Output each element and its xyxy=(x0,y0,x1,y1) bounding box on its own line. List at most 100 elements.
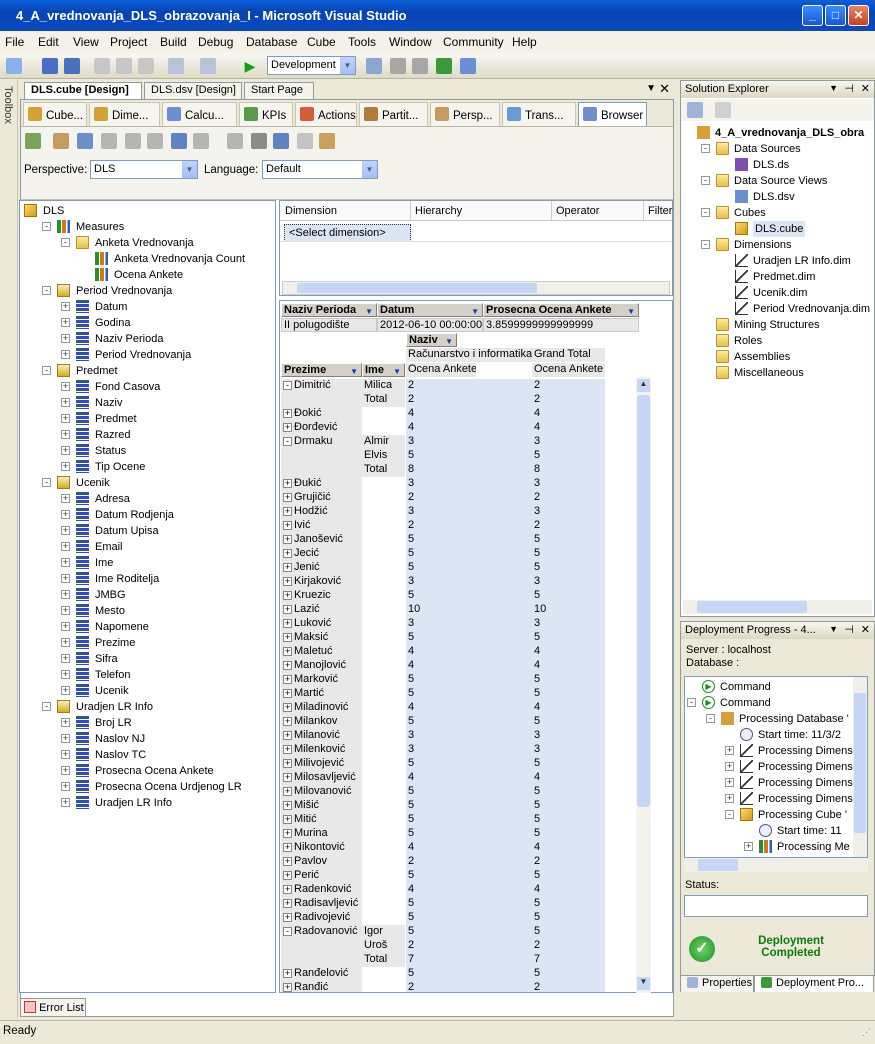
pin-icon[interactable]: ⊣ xyxy=(844,82,854,95)
metadata-node[interactable]: - Period Vrednovanja xyxy=(20,283,275,299)
metadata-node[interactable]: + Naziv xyxy=(20,395,275,411)
metadata-node[interactable]: + Mesto xyxy=(20,603,275,619)
metadata-node[interactable]: + Razred xyxy=(20,427,275,443)
metadata-node[interactable]: + Telefon xyxy=(20,667,275,683)
expand-icon[interactable]: - xyxy=(61,238,70,247)
expand-icon[interactable]: + xyxy=(283,871,292,880)
row-member-prezime[interactable]: + Mitić xyxy=(281,813,362,827)
expand-icon[interactable]: + xyxy=(283,619,292,628)
filter-column-header[interactable]: Dimension xyxy=(285,205,337,217)
expand-icon[interactable]: + xyxy=(725,746,734,755)
document-tab[interactable]: DLS.cube [Design] xyxy=(24,82,142,99)
metadata-node[interactable]: + Ime Roditelja xyxy=(20,571,275,587)
row-member-prezime[interactable]: + Milivojević xyxy=(281,757,362,771)
close-icon[interactable]: ✕ xyxy=(861,623,870,636)
expand-icon[interactable]: + xyxy=(283,885,292,894)
row-member-prezime[interactable]: + Perić xyxy=(281,869,362,883)
metadata-node[interactable]: + Prosecna Ocena Urdjenog LR xyxy=(20,779,275,795)
filter-column-header[interactable]: Operator xyxy=(556,205,599,217)
designer-tab[interactable]: Dime... xyxy=(89,102,160,126)
metadata-node[interactable]: + Broj LR xyxy=(20,715,275,731)
row-member-prezime[interactable]: + Maksić xyxy=(281,631,362,645)
solution-node[interactable]: - Dimensions xyxy=(681,237,874,253)
solution-hscrollbar[interactable] xyxy=(683,600,872,614)
expand-icon[interactable]: - xyxy=(706,714,715,723)
menu-item[interactable]: Debug xyxy=(198,35,233,49)
metadata-node[interactable]: + Datum xyxy=(20,299,275,315)
designer-tab[interactable]: Partit... xyxy=(359,102,428,126)
row-member-prezime[interactable]: + Milanović xyxy=(281,729,362,743)
document-tab[interactable]: Start Page xyxy=(244,82,314,99)
metadata-node[interactable]: + Fond Casova xyxy=(20,379,275,395)
metadata-node[interactable]: + Naslov NJ xyxy=(20,731,275,747)
solution-node[interactable]: Mining Structures xyxy=(681,317,874,333)
expand-icon[interactable]: + xyxy=(283,717,292,726)
row-member-prezime[interactable]: + Luković xyxy=(281,617,362,631)
filter-field-header[interactable]: Datum ▼ xyxy=(377,303,483,317)
row-member-prezime[interactable]: + Jecić xyxy=(281,547,362,561)
expand-icon[interactable]: + xyxy=(61,318,70,327)
designer-tab[interactable]: Trans... xyxy=(502,102,576,126)
expand-icon[interactable]: + xyxy=(61,622,70,631)
menu-item[interactable]: Window xyxy=(389,35,432,49)
expand-icon[interactable]: + xyxy=(61,462,70,471)
scroll-down-icon[interactable]: ▼ xyxy=(637,977,650,990)
expand-icon[interactable]: + xyxy=(283,549,292,558)
expand-icon[interactable]: + xyxy=(61,734,70,743)
dropdown-arrow-icon[interactable]: ▼ xyxy=(393,365,401,376)
metadata-node[interactable]: + Period Vrednovanja xyxy=(20,347,275,363)
row-member-prezime[interactable]: + Nikontović xyxy=(281,841,362,855)
solution-node[interactable]: Ucenik.dim xyxy=(681,285,874,301)
row-member-prezime[interactable]: + Manojlović xyxy=(281,659,362,673)
metadata-node[interactable]: + Naslov TC xyxy=(20,747,275,763)
expand-icon[interactable]: - xyxy=(283,437,292,446)
metadata-node[interactable]: Ocena Ankete xyxy=(20,267,275,283)
expand-icon[interactable]: + xyxy=(61,638,70,647)
expand-icon[interactable]: - xyxy=(42,366,51,375)
layout-icon[interactable] xyxy=(251,133,267,149)
row-member-prezime[interactable]: + Milenković xyxy=(281,743,362,757)
reconnect-icon[interactable] xyxy=(25,133,41,149)
tab-list-arrow-icon[interactable]: ▼ xyxy=(646,83,656,94)
metadata-node[interactable]: + Naziv Perioda xyxy=(20,331,275,347)
expand-icon[interactable]: + xyxy=(61,654,70,663)
solution-node[interactable]: DLS.cube xyxy=(681,221,874,237)
deployment-node[interactable]: + Processing Dimens xyxy=(685,743,855,759)
expand-icon[interactable]: + xyxy=(283,591,292,600)
row-member-prezime[interactable]: + Lazić xyxy=(281,603,362,617)
expand-icon[interactable]: + xyxy=(283,521,292,530)
menu-item[interactable]: Project xyxy=(110,35,147,49)
expand-icon[interactable]: + xyxy=(283,423,292,432)
row-member-prezime[interactable]: + Martić xyxy=(281,687,362,701)
bottom-tab[interactable]: Properties xyxy=(680,975,754,992)
expand-icon[interactable]: + xyxy=(61,446,70,455)
row-member-prezime[interactable]: + Radenković xyxy=(281,883,362,897)
deployment-node[interactable]: + Processing Dimens xyxy=(685,775,855,791)
tools-icon[interactable] xyxy=(412,58,428,74)
menu-item[interactable]: Tools xyxy=(348,35,376,49)
row-member-prezime[interactable]: + Maletuć xyxy=(281,645,362,659)
expand-icon[interactable]: + xyxy=(61,718,70,727)
expand-icon[interactable]: + xyxy=(61,590,70,599)
start-debug-icon[interactable]: ▶ xyxy=(242,58,258,74)
expand-icon[interactable]: + xyxy=(61,606,70,615)
deployment-node[interactable]: Start time: 11 xyxy=(685,823,855,839)
expand-icon[interactable]: - xyxy=(283,927,292,936)
metadata-node[interactable]: + Email xyxy=(20,539,275,555)
designer-tab[interactable]: Actions xyxy=(295,102,357,126)
bottom-tab[interactable]: Deployment Pro... xyxy=(754,975,874,992)
deployment-hscrollbar[interactable] xyxy=(684,858,868,872)
row-member-prezime[interactable]: + Đorđević xyxy=(281,421,362,435)
solution-node[interactable]: Uradjen LR Info.dim xyxy=(681,253,874,269)
deployment-node[interactable]: + Processing Dimens xyxy=(685,759,855,775)
metadata-node[interactable]: + Predmet xyxy=(20,411,275,427)
row-member-prezime[interactable]: + Kruezic xyxy=(281,589,362,603)
metadata-node[interactable]: + Adresa xyxy=(20,491,275,507)
metadata-node[interactable]: - Ucenik xyxy=(20,475,275,491)
pivot-vscrollbar[interactable]: ▲ ▼ xyxy=(636,377,651,993)
expand-icon[interactable]: + xyxy=(744,842,753,851)
solution-node[interactable]: Miscellaneous xyxy=(681,365,874,381)
expand-icon[interactable]: + xyxy=(283,815,292,824)
properties-icon[interactable] xyxy=(687,102,703,118)
expand-icon[interactable]: + xyxy=(283,787,292,796)
